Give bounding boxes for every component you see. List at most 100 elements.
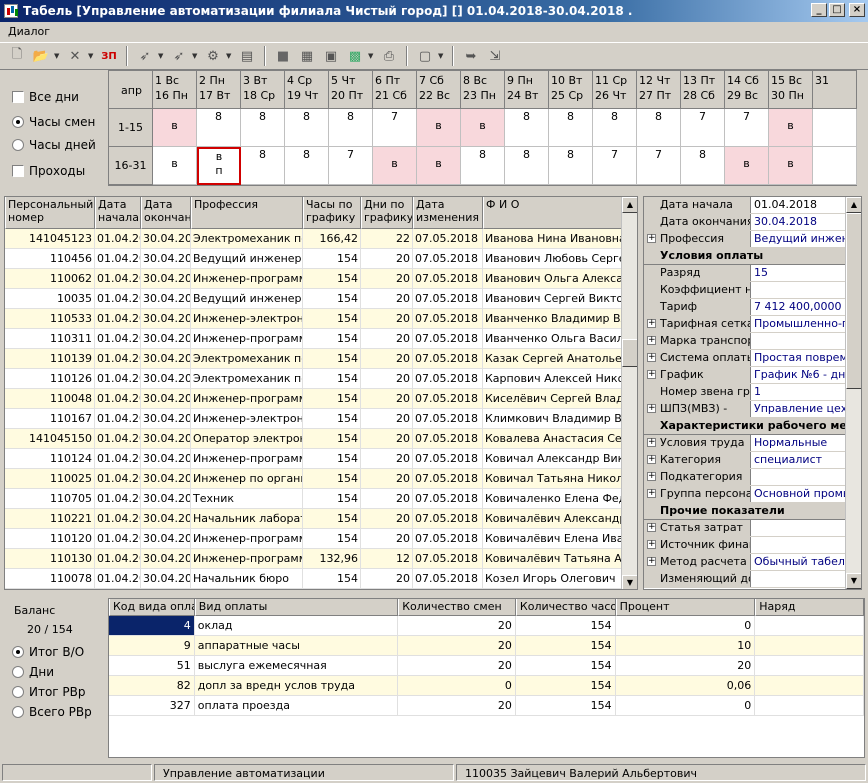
property-row[interactable]: + Марка транспорт [644, 333, 861, 350]
scroll-up-icon[interactable]: ▲ [846, 197, 861, 213]
property-row[interactable]: + Статья затрат [644, 520, 861, 537]
scroll-up-icon[interactable]: ▲ [622, 197, 637, 213]
calendar-cell[interactable]: в [725, 147, 769, 185]
calendar-cell[interactable]: 8 [681, 147, 725, 185]
property-row[interactable]: + График График №6 - днев [644, 367, 861, 384]
run-all-dropdown-icon[interactable]: ▼ [192, 52, 200, 60]
radio-dot[interactable] [12, 646, 24, 658]
property-row[interactable]: Дата начала 01.04.2018 [644, 197, 861, 214]
calendar-cell[interactable]: 7 [373, 109, 417, 147]
calendar-day-header[interactable]: 2 Пн 17 Вт [197, 71, 241, 109]
calendar-day-header[interactable]: 9 Пн 24 Вт [505, 71, 549, 109]
calendar-cell[interactable]: 7 [725, 109, 769, 147]
table-row[interactable]: 51 выслуга ежемесячная 20 154 20 [109, 656, 864, 676]
calendar-day-header[interactable]: 5 Чт 20 Пт [329, 71, 373, 109]
calendar-cell[interactable]: в [153, 109, 197, 147]
table-row[interactable]: 1003501.04.2030.04.201Ведущий инженер154… [5, 289, 637, 309]
property-row[interactable]: + ШПЗ(МВЗ) - Управление цехом [644, 401, 861, 418]
table-row[interactable]: 11002501.04.2030.04.201Инженер по органи… [5, 469, 637, 489]
table-row[interactable]: 14104515001.04.2030.04.201Оператор элект… [5, 429, 637, 449]
run-all-icon[interactable]: ➶ [168, 45, 190, 67]
calendar-cell[interactable]: в [769, 147, 813, 185]
calendar-cell[interactable] [813, 147, 857, 185]
calendar-cell[interactable]: 8 [593, 109, 637, 147]
open-folder-icon[interactable]: 📂 [30, 45, 52, 67]
calendar-cell[interactable]: 7 [593, 147, 637, 185]
table-row[interactable]: 11070501.04.2030.04.201Техник1542007.05.… [5, 489, 637, 509]
employee-column-header[interactable]: Ф И О [483, 197, 622, 229]
payment-column-header[interactable]: Код вида опла... [109, 599, 195, 616]
calendar-day-header[interactable]: 12 Чт 27 Пт [637, 71, 681, 109]
calendar-cell[interactable]: в [461, 109, 505, 147]
table-row[interactable]: 11004801.04.2030.04.201Инженер-программи… [5, 389, 637, 409]
scroll-thumb[interactable] [846, 213, 861, 389]
color-grid-dropdown-icon[interactable]: ▼ [368, 52, 376, 60]
employee-column-header[interactable]: Персональный номер [5, 197, 95, 229]
calendar-cell[interactable]: в [769, 109, 813, 147]
expand-plus-icon[interactable]: + [647, 336, 656, 345]
employee-column-header[interactable]: Профессия [191, 197, 303, 229]
balance-option-radio[interactable]: Всего РВр [12, 705, 92, 719]
delete-icon[interactable]: ✕ [64, 45, 86, 67]
calendar-day-header[interactable]: 6 Пт 21 Сб [373, 71, 417, 109]
property-row[interactable]: Разряд 15 [644, 265, 861, 282]
table-row[interactable]: 11013901.04.2030.04.201Электромеханик по… [5, 349, 637, 369]
property-row[interactable]: + Источник финанс [644, 537, 861, 554]
expand-plus-icon[interactable]: + [647, 353, 656, 362]
calendar-cell[interactable]: в [153, 147, 197, 185]
calendar-day-header[interactable]: 7 Сб 22 Вс [417, 71, 461, 109]
calendar-day-header[interactable]: 4 Ср 19 Чт [285, 71, 329, 109]
property-row[interactable]: Тариф 7 412 400,0000 [644, 299, 861, 316]
employee-column-header[interactable]: Дата изменения [413, 197, 483, 229]
maximize-button[interactable]: □ [829, 3, 845, 17]
calendar-cell[interactable]: в п [197, 147, 241, 185]
expand-plus-icon[interactable]: + [647, 557, 656, 566]
payment-column-header[interactable]: Вид оплаты [194, 599, 399, 616]
all-days-checkbox[interactable]: Все дни [12, 90, 79, 104]
calendar-cell[interactable]: 8 [505, 147, 549, 185]
property-row[interactable]: + Система оплаты Простая повремен [644, 350, 861, 367]
calendar-cell[interactable]: 7 [681, 109, 725, 147]
expand-plus-icon[interactable]: + [647, 489, 656, 498]
stop-icon[interactable]: ■ [272, 45, 294, 67]
payment-column-header[interactable]: Наряд [755, 599, 864, 616]
property-row[interactable]: + Профессия Ведущий инженер [644, 231, 861, 248]
table-row[interactable]: 9 аппаратные часы 20 154 10 [109, 636, 864, 656]
property-row[interactable]: Номер звена гра 1 [644, 384, 861, 401]
run-dropdown-icon[interactable]: ▼ [158, 52, 166, 60]
calendar-cell[interactable]: 8 [461, 147, 505, 185]
calendar-cell[interactable]: в [373, 147, 417, 185]
close-button[interactable]: × [849, 3, 865, 17]
employee-column-header[interactable]: Дата начала [95, 197, 141, 229]
employee-column-header[interactable]: Дни по графику [361, 197, 413, 229]
properties-scrollbar[interactable]: ▲ ▼ [845, 197, 861, 589]
payment-column-header[interactable]: Количество часов [515, 599, 616, 616]
calendar-cell[interactable]: 8 [197, 109, 241, 147]
calendar-day-header[interactable]: 10 Вт 25 Ср [549, 71, 593, 109]
calendar-cell[interactable]: 8 [637, 109, 681, 147]
table-row[interactable]: 11016701.04.2030.04.201Инженер-электрони… [5, 409, 637, 429]
table-row[interactable]: 82 допл за вредн услов труда 0 154 0,06 [109, 676, 864, 696]
report-icon[interactable]: ▤ [236, 45, 258, 67]
scroll-down-icon[interactable]: ▼ [622, 575, 637, 589]
property-row[interactable]: Дата окончания 30.04.2018 [644, 214, 861, 231]
calendar-day-header[interactable]: 8 Вс 23 Пн [461, 71, 505, 109]
grid-icon[interactable]: ▣ [320, 45, 342, 67]
table-row[interactable]: 11045601.04.2030.04.201Ведущий инженер15… [5, 249, 637, 269]
property-row[interactable]: + Подкатегория [644, 469, 861, 486]
export-icon[interactable]: ➥ [460, 45, 482, 67]
table-row[interactable]: 11013001.04.2030.04.201Инженер-программи… [5, 549, 637, 569]
calendar-cell[interactable]: 7 [329, 147, 373, 185]
radio-dot[interactable] [12, 686, 24, 698]
payment-column-header[interactable]: Процент [615, 599, 756, 616]
calendar-cell[interactable]: 8 [241, 109, 285, 147]
menu-dialog[interactable]: Диалог [8, 25, 50, 38]
table-row[interactable]: 11022101.04.2030.04.201Начальник лаборат… [5, 509, 637, 529]
delete-dropdown-icon[interactable]: ▼ [88, 52, 96, 60]
calendar-day-header[interactable]: 14 Сб 29 Вс [725, 71, 769, 109]
checkbox-box[interactable] [12, 165, 24, 177]
radio-dot[interactable] [12, 706, 24, 718]
balance-option-radio[interactable]: Итог РВр [12, 685, 86, 699]
calc-icon[interactable]: ЗП [98, 45, 120, 67]
calendar-cell[interactable]: 8 [285, 109, 329, 147]
